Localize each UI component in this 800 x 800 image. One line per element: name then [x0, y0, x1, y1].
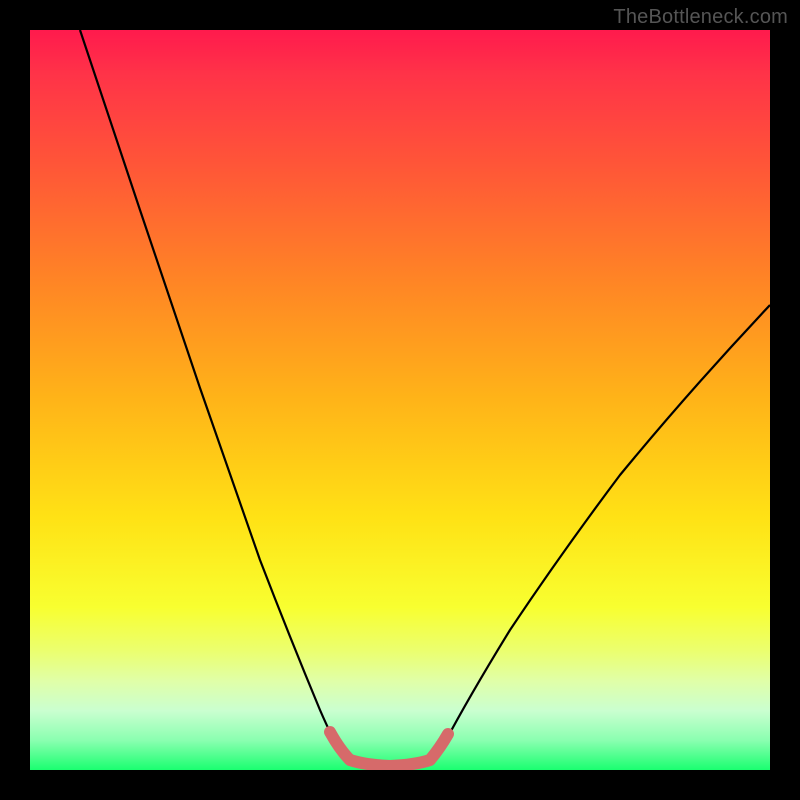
highlight-sweet-spot: [330, 732, 448, 766]
plot-area: [30, 30, 770, 770]
bottleneck-curve-right: [444, 305, 770, 744]
chart-frame: TheBottleneck.com: [0, 0, 800, 800]
bottleneck-curve-left: [80, 30, 340, 750]
curve-layer: [30, 30, 770, 770]
watermark-text: TheBottleneck.com: [613, 6, 788, 29]
